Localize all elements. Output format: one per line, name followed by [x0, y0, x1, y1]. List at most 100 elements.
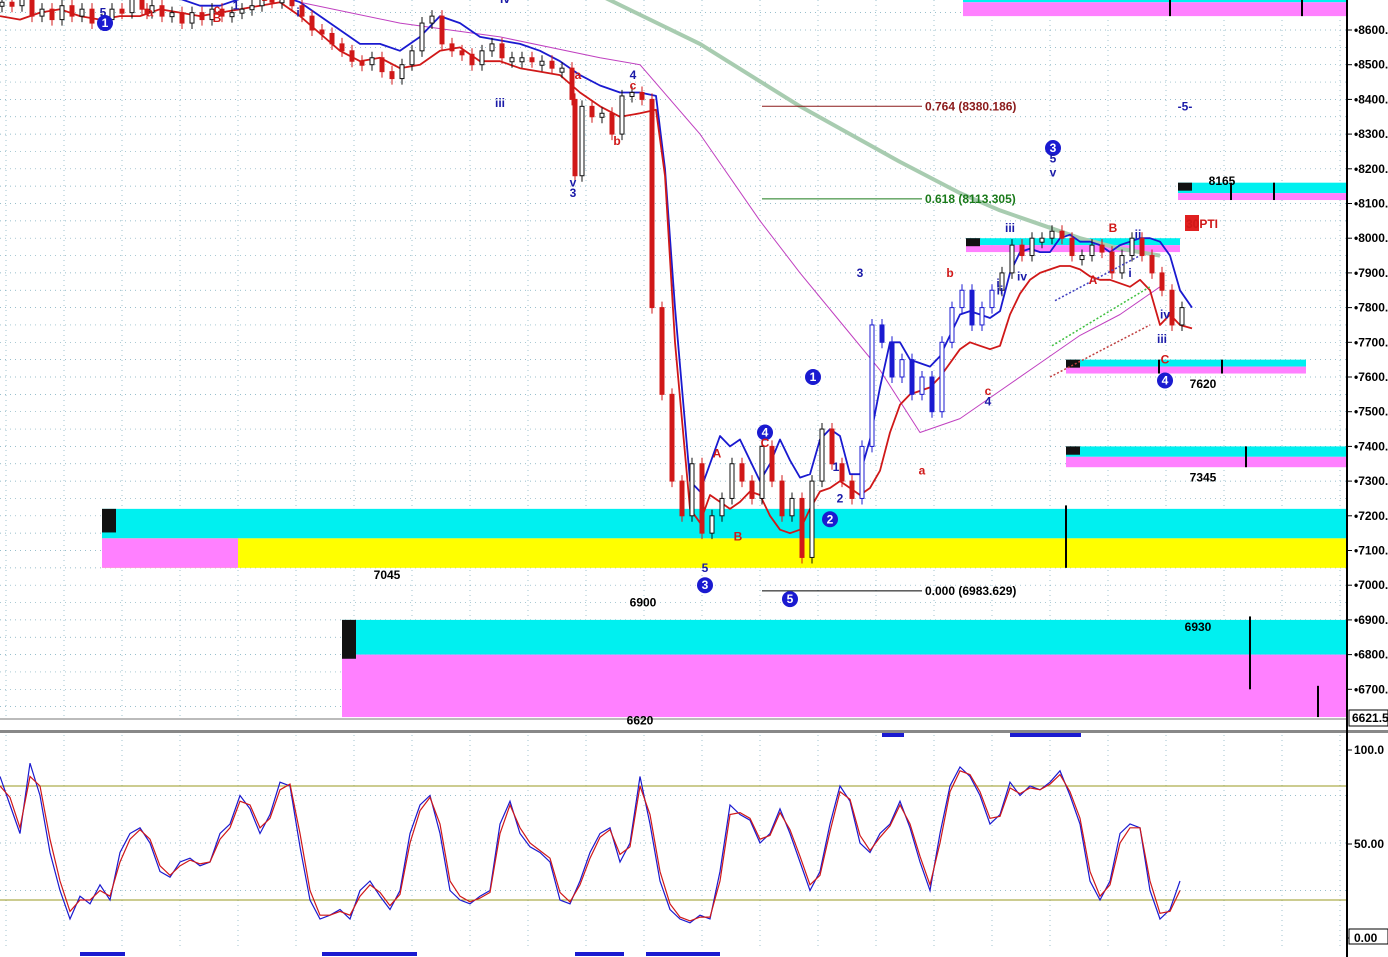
- candle-body: [199, 12, 205, 21]
- candle-body: [739, 463, 745, 482]
- y-tick-label: •6900.0: [1354, 613, 1388, 627]
- candle-body: [569, 67, 575, 100]
- candle-body: [759, 445, 765, 499]
- wave-label: C: [1161, 353, 1170, 367]
- candle-body: [169, 12, 175, 18]
- candle-body: [859, 445, 865, 499]
- moving-average-line: [299, 1, 1161, 433]
- candle-body: [419, 22, 425, 52]
- wave-label: 3: [857, 266, 864, 280]
- candle-body: [489, 43, 495, 52]
- candle-body: [1049, 230, 1055, 239]
- panel-border: [0, 718, 1346, 720]
- candle-body: [1159, 272, 1165, 291]
- candle-body: [319, 29, 325, 35]
- candle-body: [1039, 237, 1045, 243]
- candle-body: [889, 341, 895, 378]
- candle-body: [299, 5, 305, 17]
- candle-body: [439, 15, 445, 45]
- zone-lower: [1178, 193, 1346, 201]
- candle-body: [129, 0, 135, 14]
- y-tick-label: •8400.0: [1354, 92, 1388, 106]
- candle-body: [769, 445, 775, 482]
- wave-label-circled: 3: [702, 578, 709, 592]
- zone-marker: [1178, 182, 1192, 191]
- osc-y-tick-label: 0.00: [1354, 931, 1378, 945]
- candle-body: [819, 428, 825, 482]
- candle-body: [1149, 255, 1155, 274]
- wave-label: 1: [233, 0, 240, 13]
- candle-body: [1179, 307, 1185, 326]
- candle-body: [749, 480, 755, 499]
- zone-marker: [1066, 359, 1080, 368]
- osc-signal-bar: [80, 952, 125, 956]
- level-label: 6900: [630, 596, 657, 610]
- candle-body: [669, 393, 675, 482]
- wave-label: v: [1050, 165, 1057, 179]
- candle-body: [409, 50, 415, 66]
- wave-label: B: [213, 11, 222, 25]
- tag-label: 30PTI: [1186, 217, 1218, 231]
- y-tick-label: •8600.0: [1354, 23, 1388, 37]
- candle-body: [89, 8, 95, 24]
- level-label: 7345: [1190, 471, 1217, 485]
- wave-label: b: [613, 134, 620, 148]
- candle-body: [989, 289, 995, 309]
- y-tick-label: •7000.0: [1354, 578, 1388, 592]
- candle-body: [1059, 230, 1065, 239]
- candle-body: [549, 60, 555, 69]
- zone-cyan: [963, 0, 1346, 3]
- osc-y-tick-label: 50.00: [1354, 837, 1384, 851]
- y-tick-label: •7200.0: [1354, 509, 1388, 523]
- y-tick-label: •6800.0: [1354, 648, 1388, 662]
- y-tick-label: •7600.0: [1354, 370, 1388, 384]
- wave-label: iii: [1005, 221, 1015, 235]
- candle-body: [879, 324, 885, 343]
- level-label: 7045: [374, 568, 401, 582]
- candle-body: [959, 289, 965, 309]
- price-axis: •8600.0 •8500.0 •8400.0 •8300.0 •8200.0 •8100…: [1346, 23, 1388, 727]
- candle-body: [1099, 244, 1105, 253]
- candle-body: [969, 289, 975, 326]
- channel-line-green: [1051, 286, 1151, 347]
- candle-body: [779, 480, 785, 517]
- wave-label-circled: 5: [787, 592, 794, 606]
- wave-label: 1: [833, 460, 840, 474]
- candle-body: [339, 43, 345, 52]
- candle-body: [559, 67, 565, 73]
- wave-label: iv: [1017, 269, 1027, 283]
- candle-body: [429, 15, 435, 24]
- axis-line: [1346, 0, 1348, 957]
- wave-label: a: [575, 68, 582, 82]
- panel-divider: [0, 730, 1388, 733]
- candle-body: [79, 8, 85, 17]
- candle-body: [449, 43, 455, 52]
- wave-label: -5-: [1178, 99, 1193, 113]
- candle-body: [949, 307, 955, 343]
- wave-label: 3: [570, 186, 577, 200]
- candle-body: [689, 463, 695, 517]
- candle-body: [59, 5, 65, 21]
- wave-label-circled: 1: [810, 370, 817, 384]
- candle-body: [459, 50, 465, 56]
- fib-label: 0.000 (6983.629): [925, 584, 1016, 598]
- wave-label: ii: [435, 0, 442, 2]
- wave-label: b: [261, 0, 268, 4]
- candle-body: [1169, 289, 1175, 326]
- candle-body: [229, 12, 235, 18]
- candle-body: [639, 91, 645, 100]
- candle-body: [269, 0, 275, 3]
- candle-body: [279, 0, 285, 4]
- candle-body: [869, 324, 875, 447]
- candle-body: [179, 12, 185, 24]
- candle-body: [919, 376, 925, 395]
- wave-label-circled: 1: [102, 16, 109, 30]
- candle-body: [609, 112, 615, 135]
- candle-body: [139, 0, 145, 10]
- osc-signal-bar: [575, 952, 624, 956]
- wave-label: iv: [500, 0, 510, 6]
- fib-label: 0.764 (8380.186): [925, 99, 1016, 113]
- zone-marker: [102, 508, 116, 533]
- candle-body: [0, 1, 5, 7]
- candle-body: [849, 480, 855, 499]
